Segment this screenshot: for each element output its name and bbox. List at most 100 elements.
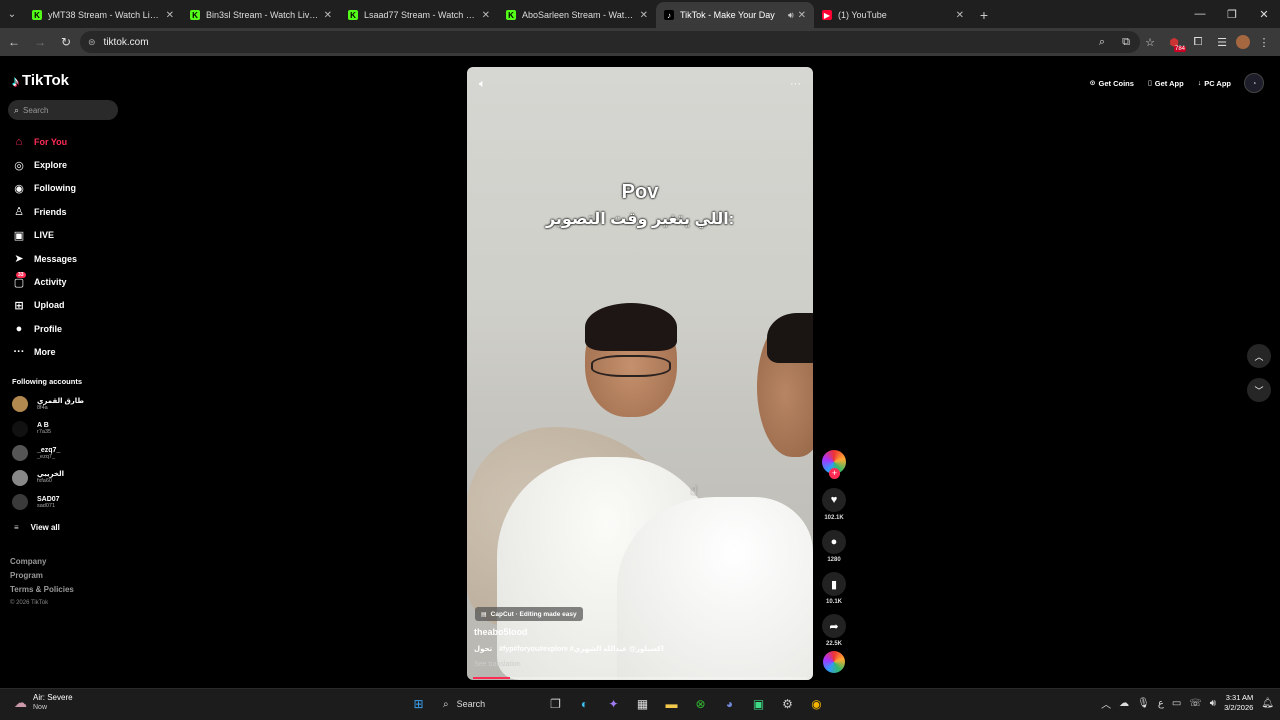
footer-program[interactable]: Program [10,569,74,583]
following-account-item[interactable]: A Br7a35 [12,417,127,442]
follow-plus-icon[interactable]: + [829,468,840,479]
creator-avatar[interactable]: + [822,450,846,479]
speaker-icon[interactable]: 🔊︎ [1210,698,1216,709]
tab-close-icon[interactable]: ✕ [640,10,648,21]
tab-close-icon[interactable]: ✕ [798,10,806,21]
view-all-link[interactable]: ≡ View all [14,523,60,532]
xbox-icon[interactable]: ⊗ [690,694,711,715]
tab-close-icon[interactable]: ✕ [482,10,490,21]
user-avatar[interactable]: ◔ [1244,73,1264,93]
save-button[interactable]: ▮ 10.1K [820,572,848,605]
chrome-icon[interactable]: ◉ [806,694,827,715]
following-account-item[interactable]: الخريبي fxfa60 [12,466,127,491]
nav-item-explore[interactable]: ◎ Explore [12,153,127,176]
tab-favicon-icon: K [32,10,42,20]
chrome-menu-icon[interactable]: ⋮ [1254,30,1274,54]
settings-icon[interactable]: ⚙ [777,694,798,715]
language-icon[interactable]: ع [1158,698,1164,709]
display-icon[interactable]: ▭ [1172,698,1181,709]
back-button[interactable]: ← [2,30,26,54]
messages-icon: ➤ [14,253,24,266]
minimize-button[interactable]: — [1184,0,1216,28]
clock-time: 3:31 AM [1225,693,1254,702]
reload-button[interactable]: ↻ [54,30,78,54]
search-input[interactable]: ⌕ Search [8,100,118,120]
account-handle: r7a35 [37,429,52,435]
browser-tab[interactable]: K Lsaad77 Stream - Watch Live on ✕ [340,2,498,28]
tab-close-icon[interactable]: ✕ [166,10,174,21]
comment-button[interactable]: ● 1280 [820,530,848,563]
previous-video-button[interactable]: ︿ [1247,344,1271,368]
browser-tab[interactable]: K Bin3sl Stream - Watch Live on ✕ [182,2,340,28]
nav-item-friends[interactable]: ♙ Friends [12,200,127,223]
site-info-icon[interactable]: ⊜ [88,37,96,48]
tab-audio-icon[interactable]: 🔊︎ [788,10,794,21]
extension-icon[interactable]: ⬢ 784 [1164,30,1186,54]
tiktok-logo[interactable]: ♪ TikTok [12,72,69,89]
nav-item-upload[interactable]: ⊞ Upload [12,294,127,317]
file-explorer-icon[interactable]: ▬ [661,694,682,715]
tab-search-button[interactable]: ⌄ [0,0,24,28]
capcut-tag[interactable]: ▤ CapCut · Editing made easy [475,607,583,621]
taskbar-search[interactable]: ⌕ Search [437,693,537,715]
extensions-puzzle-icon[interactable]: ⧠ [1188,30,1208,54]
nav-item-profile[interactable]: ● Profile [12,317,127,340]
nav-item-more[interactable]: ··· More [12,341,127,364]
microphone-icon[interactable]: 🎙︎ [1137,698,1150,709]
get-coins-button[interactable]: ⊙ Get Coins [1085,72,1139,94]
following-account-item[interactable]: SAD07 sad071 [12,490,127,515]
following-account-item[interactable]: _ezq7_ _ezq7_ [12,441,127,466]
nav-item-following[interactable]: ◉ Following [12,177,127,200]
browser-tab[interactable]: K AboSarleen Stream - Watch Live ✕ [498,2,656,28]
tab-close-icon[interactable]: ✕ [324,10,332,21]
browser-tab[interactable]: ▶ (1) YouTube ✕ [814,2,972,28]
bookmark-star-icon[interactable]: ☆ [1140,30,1160,54]
close-window-button[interactable]: ✕ [1248,0,1280,28]
browser-tab[interactable]: KyMT38 Stream - Watch Live on ✕ [24,2,182,28]
task-view-icon[interactable]: ❐ [545,694,566,715]
tab-close-icon[interactable]: ✕ [956,10,964,21]
maximize-button[interactable]: ❐ [1216,0,1248,28]
music-disc-icon[interactable] [823,651,845,673]
nav-item-activity[interactable]: ▢ 33 Activity [12,270,127,293]
notifications-icon[interactable]: 🔔︎ [1261,698,1274,709]
forward-button[interactable]: → [28,30,52,54]
description-extra: تحول [474,646,493,653]
address-bar[interactable]: ⊜ tiktok.com [80,31,1140,53]
like-button[interactable]: ♥ 102.1K [820,488,848,521]
video-progress-bar[interactable] [473,677,807,679]
discord-icon[interactable]: ◕ [719,694,740,715]
pc-app-button[interactable]: ↓ PC App [1193,72,1236,94]
footer-company[interactable]: Company [10,555,74,569]
store-icon[interactable]: ▦ [632,694,653,715]
install-app-icon[interactable]: ⧉ [1116,30,1136,54]
nav-item-messages[interactable]: ➤ Messages [12,247,127,270]
footer-terms[interactable]: Terms & Policies [10,583,74,597]
next-video-button[interactable]: ﹀ [1247,378,1271,402]
share-button[interactable]: ➦ 22.5K [820,614,848,647]
tab-media-icon[interactable]: ☰ [1212,30,1232,54]
copilot-icon[interactable]: ✦ [603,694,624,715]
see-translation-link[interactable]: See translation [474,661,521,668]
video-username[interactable]: theabo5lood [474,627,528,637]
new-tab-button[interactable]: + [972,2,996,28]
zoom-icon[interactable]: ⌕ [1092,30,1112,54]
nav-item-live[interactable]: ▣ LIVE [12,224,127,247]
volume-icon[interactable]: 🔈︎ [479,78,486,91]
nav-item-for-you[interactable]: ⌂ For You [12,130,127,153]
system-clock[interactable]: 3:31 AM 3/2/2026 [1224,693,1253,713]
video-player[interactable]: 🔈︎ ··· Pov اللي يتغير وقت التصوير: ▤ Cap… [467,67,813,680]
browser-tab[interactable]: ♪ TikTok - Make Your Day 🔊︎ ✕ [656,2,814,28]
profile-avatar[interactable] [1236,35,1250,49]
network-icon[interactable]: ☏ [1189,698,1202,709]
android-app-icon[interactable]: ▣ [748,694,769,715]
edge-icon[interactable]: ◐ [574,694,595,715]
start-windows-icon[interactable]: ⊞ [408,694,429,715]
following-account-item[interactable]: طارق القمري 8f4a [12,392,127,417]
more-options-icon[interactable]: ··· [790,78,801,90]
weather-widget[interactable]: ☁ Air: Severe Now [14,693,73,712]
description-mention[interactable]: عبدالله الشهري [574,646,627,653]
onedrive-icon[interactable]: ☁ [1119,698,1129,709]
tray-overflow-icon[interactable]: ︿ [1101,696,1111,711]
get-app-button[interactable]: ▯ Get App [1143,72,1189,94]
